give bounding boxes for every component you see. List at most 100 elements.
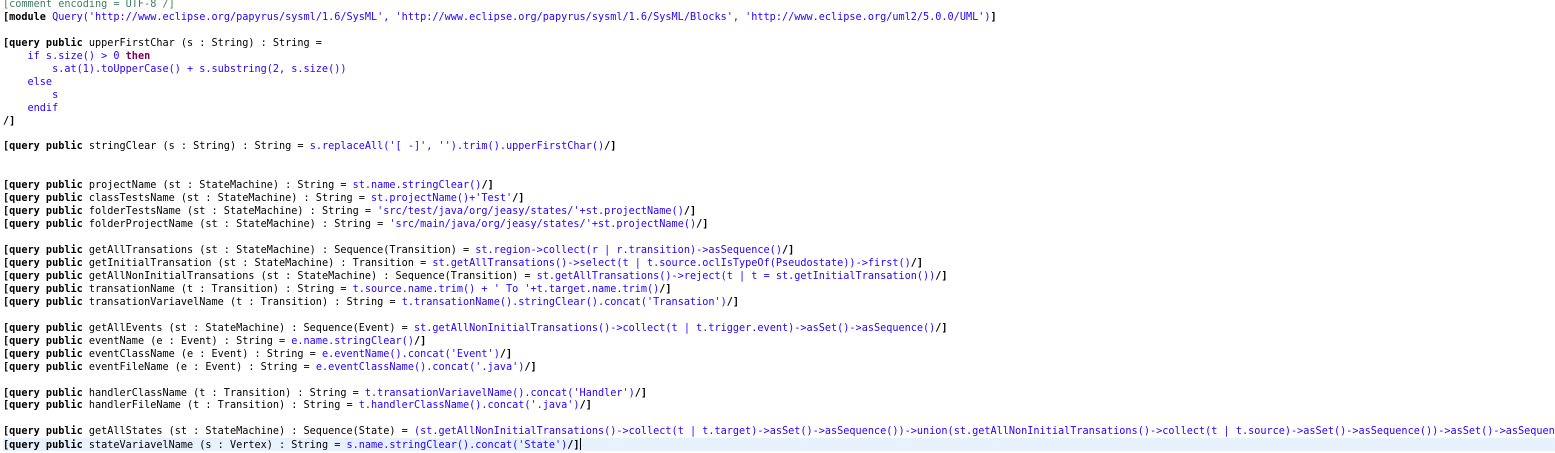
code-token-expr: Query('http://www.eclipse.org/papyrus/sy… (52, 11, 991, 23)
code-token-bracket: /] (579, 400, 592, 412)
code-line[interactable]: [query public stringClear (s : String) :… (3, 140, 1555, 153)
code-token-expr: st.projectName()+'Test' (371, 193, 513, 205)
code-token-expr: s.at(1).toUpperCase() + s.substring(2, s… (3, 63, 347, 75)
code-line[interactable] (3, 412, 1555, 425)
code-line[interactable] (3, 153, 1555, 166)
code-token-bracket: [query public (3, 361, 89, 373)
code-line[interactable]: [query public folderProjectName (st : St… (3, 218, 1555, 231)
code-token-expr: e.eventName().concat('Event') (321, 348, 500, 360)
code-token-plain: eventFileName (e : Event) : String = (88, 361, 316, 373)
code-token-expr: else (3, 76, 53, 88)
code-line[interactable]: [query public upperFirstChar (s : String… (3, 37, 1555, 50)
code-token-bracket: [query public (3, 387, 89, 399)
code-token-expr: s.replaceAll('[ -]', '').trim().upperFir… (309, 141, 605, 153)
code-line[interactable]: endif (3, 102, 1555, 115)
code-line[interactable] (3, 231, 1555, 244)
code-line[interactable] (3, 128, 1555, 141)
code-line[interactable]: [comment encoding = UTF-8 /] (3, 0, 1555, 11)
text-cursor (579, 438, 581, 451)
code-line[interactable]: [query public eventClassName (e : Event)… (3, 348, 1555, 361)
code-line[interactable]: if s.size() > 0 then (3, 50, 1555, 63)
code-token-expr: e.eventClassName().concat('.java') (315, 361, 525, 373)
code-token-expr: st.name.stringClear() (352, 180, 482, 192)
code-token-expr: s.name.stringClear().concat('State') (346, 440, 568, 452)
code-line[interactable]: [query public getAllEvents (st : StateMa… (3, 322, 1555, 335)
code-line[interactable]: [query public getAllStates (st : StateMa… (3, 425, 1555, 438)
code-token-bracket: /] (413, 335, 427, 347)
code-line[interactable]: s.at(1).toUpperCase() + s.substring(2, s… (3, 63, 1555, 76)
code-line[interactable]: [query public getAllTransations (st : St… (3, 244, 1555, 257)
code-line[interactable] (3, 166, 1555, 179)
code-line[interactable]: [query public handlerClassName (t : Tran… (3, 387, 1555, 400)
code-token-bracket: /] (634, 387, 648, 399)
code-token-bracket: [query public (3, 193, 89, 205)
code-line[interactable]: [query public eventName (e : Event) : St… (3, 335, 1555, 348)
code-token-plain: getAllStates (st : StateMachine) : Seque… (88, 426, 414, 438)
code-token-bracket: [query public (3, 440, 89, 452)
code-line[interactable]: [query public eventFileName (e : Event) … (3, 361, 1555, 374)
code-token-plain: getAllTransations (st : StateMachine) : … (88, 245, 476, 257)
code-token-kw: then (125, 50, 151, 62)
code-editor[interactable]: [comment encoding = UTF-8 /] [module Quer… (0, 0, 1555, 453)
code-token-bracket: /] (604, 141, 617, 153)
code-token-bracket: [query public (3, 245, 89, 257)
code-token-plain: getAllEvents (st : StateMachine) : Seque… (88, 322, 414, 334)
code-token-bracket: /] (726, 296, 740, 308)
code-line[interactable]: [query public projectName (st : StateMac… (3, 179, 1555, 192)
code-token-plain: getInitialTransation (st : StateMachine)… (88, 258, 433, 269)
code-token-bracket: ] (990, 11, 997, 23)
code-token-plain: transationVariavelName (t : Transition) … (88, 296, 402, 308)
code-token-expr: st.getAllTransations()->reject(t | t = s… (536, 270, 936, 282)
code-token-bracket: [query public (3, 206, 89, 218)
code-line[interactable]: [query public transationVariavelName (t … (3, 296, 1555, 309)
code-token-expr: t.source.name.trim() + ' To '+t.target.n… (352, 283, 660, 295)
code-token-bracket: [query public (3, 219, 89, 231)
code-line[interactable] (3, 309, 1555, 322)
code-token-plain: classTestsName (st : StateMachine) : Str… (88, 193, 372, 205)
code-token-bracket: /] (935, 270, 948, 282)
code-line[interactable]: [query public getAllNonInitialTransation… (3, 270, 1555, 283)
code-token-expr: s (3, 89, 59, 101)
code-line[interactable]: [query public folderTestsName (st : Stat… (3, 205, 1555, 218)
code-token-plain: handlerFileName (t : Transition) : Strin… (88, 400, 359, 412)
code-line[interactable]: [query public handlerFileName (t : Trans… (3, 399, 1555, 412)
code-token-bracket: [query public (3, 400, 89, 412)
code-token-expr: st.getAllTransations()->select(t | t.sou… (432, 258, 911, 269)
code-line[interactable] (3, 374, 1555, 387)
code-token-expr: st.region->collect(r | r.transition)->as… (475, 245, 782, 257)
code-token-bracket: [query public (3, 141, 89, 153)
code-token-expr: 'src/main/java/org/jeasy/states/'+st.pro… (389, 219, 697, 231)
code-token-expr: if s.size() > 0 (3, 50, 126, 62)
code-token-bracket: /] (481, 180, 494, 192)
code-token-bracket: [query public (3, 258, 89, 269)
code-token-expr: (st.getAllNonInitialTransations()->colle… (413, 426, 1555, 438)
code-line[interactable]: [module Query('http://www.eclipse.org/pa… (3, 11, 1555, 24)
code-line[interactable]: [query public transationName (t : Transi… (3, 283, 1555, 296)
code-token-bracket: /] (499, 348, 513, 360)
code-token-expr: 'src/test/java/org/jeasy/states/'+st.pro… (377, 206, 684, 218)
code-token-bracket: [query public (3, 322, 89, 334)
code-line[interactable]: [query public getInitialTransation (st :… (3, 257, 1555, 270)
code-token-expr: t.handlerClassName().concat('.java') (358, 400, 580, 412)
code-line[interactable]: /] (3, 115, 1555, 128)
code-token-expr: t.transationName().stringClear().concat(… (401, 296, 727, 308)
code-token-expr: st.getAllNonInitialTransations()->collec… (413, 322, 936, 334)
code-token-plain: eventName (e : Event) : String = (88, 335, 292, 347)
code-token-bracket: [module (3, 11, 53, 23)
code-token-bracket: [query public (3, 426, 89, 438)
code-token-bracket: [query public (3, 180, 89, 192)
code-line[interactable] (3, 24, 1555, 37)
code-token-bracket: [query public (3, 270, 89, 282)
code-token-plain: eventClassName (e : Event) : String = (88, 348, 322, 360)
code-token-plain: getAllNonInitialTransations (st : StateM… (88, 270, 537, 282)
code-token-expr: endif (3, 102, 59, 114)
code-line[interactable]: [query public stateVariavelName (s : Ver… (3, 438, 1555, 452)
code-token-bracket: /] (3, 115, 16, 127)
code-token-plain: stringClear (s : String) : String = (88, 141, 310, 153)
code-line[interactable]: s (3, 89, 1555, 102)
code-line[interactable]: else (3, 76, 1555, 89)
code-token-plain: projectName (st : StateMachine) : String… (88, 180, 353, 192)
code-token-bracket: /] (935, 322, 948, 334)
code-line[interactable]: [query public classTestsName (st : State… (3, 192, 1555, 205)
code-token-bracket: /] (512, 193, 525, 205)
